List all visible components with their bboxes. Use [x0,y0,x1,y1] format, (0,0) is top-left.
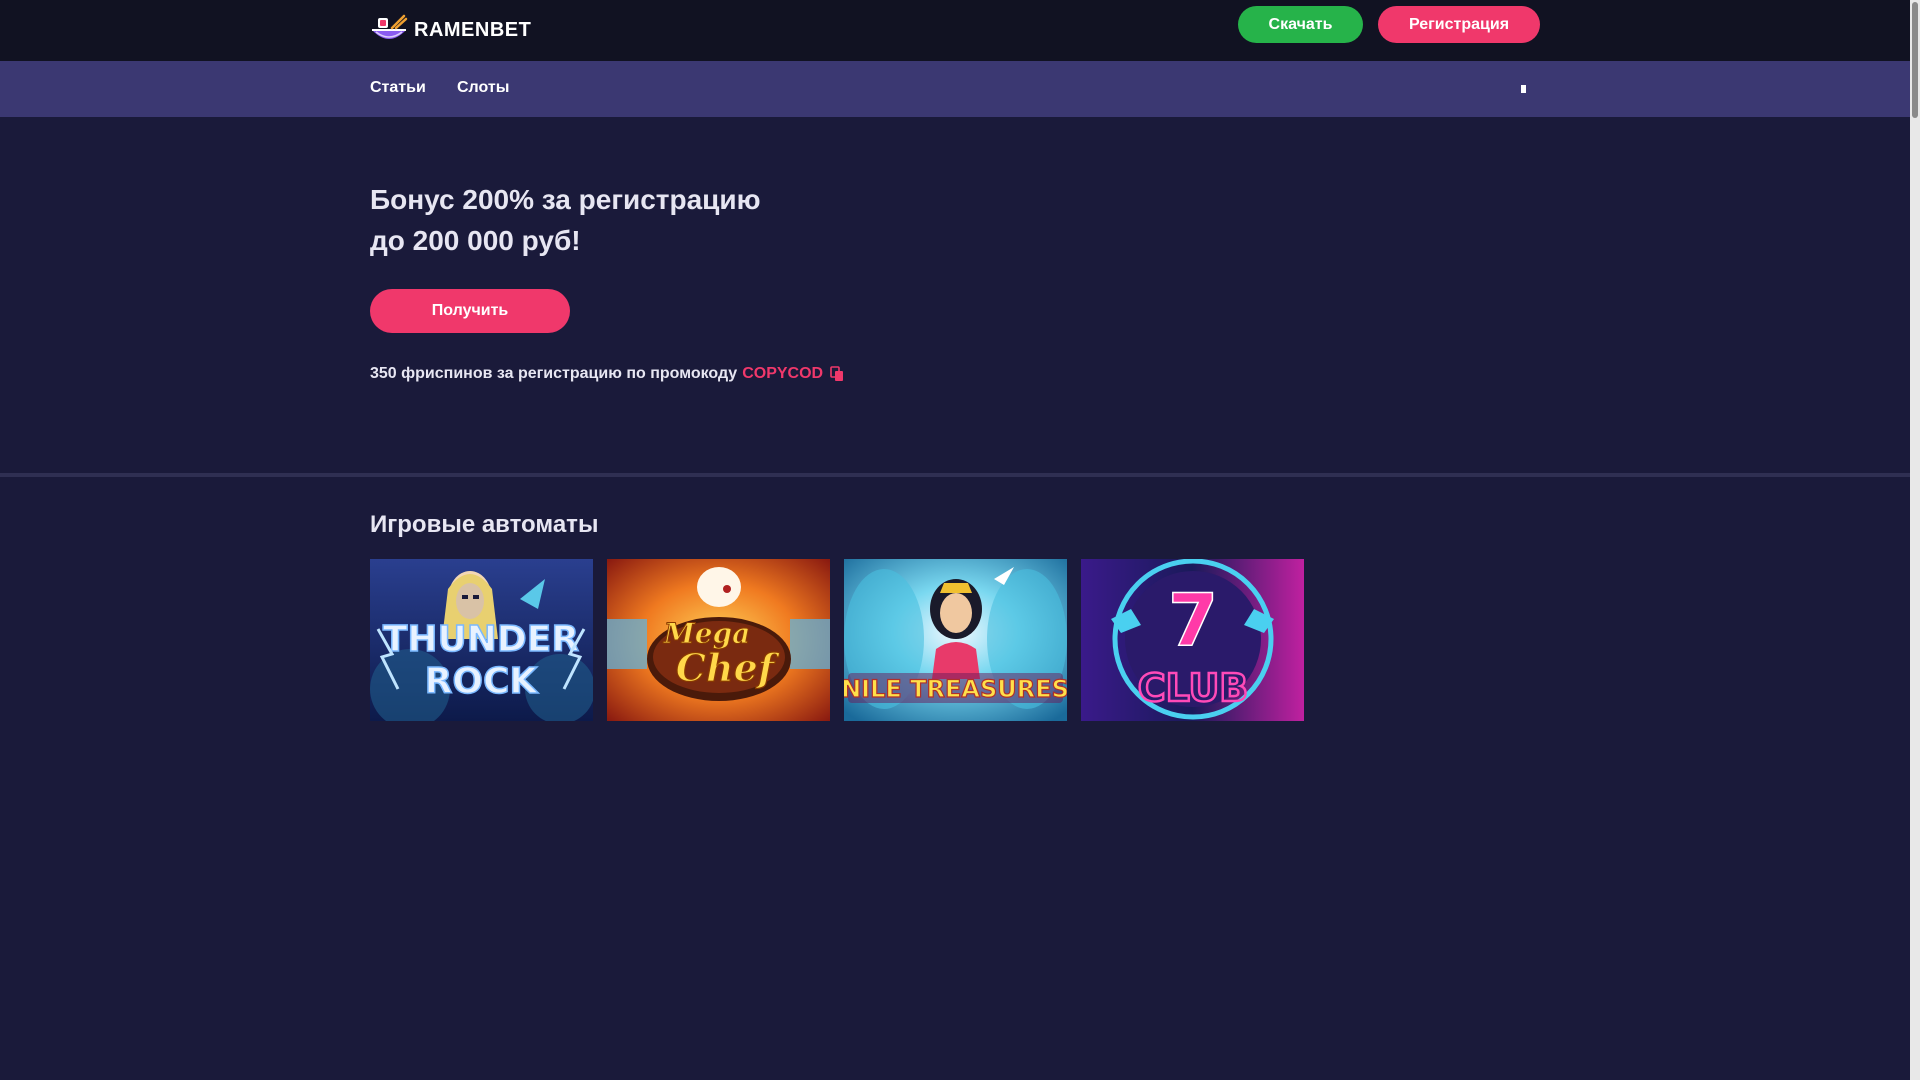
top-bar: RAMENBET Скачать Регистрация [0,0,1910,61]
slot-card-mega-chef[interactable]: Mega Chef [607,559,830,721]
slot-card-thunder-rock[interactable]: THUNDER ROCK [370,559,593,721]
mega-chef-thumbnail: Mega Chef [607,559,830,721]
nile-treasures-thumbnail: NILE TREASURES [844,559,1067,721]
seven-club-number: 7 [1168,578,1218,662]
seven-club-title: CLUB [1138,666,1249,710]
thunder-rock-title-line-2: ROCK [425,661,539,702]
scrollbar-track[interactable] [1910,0,1920,1080]
mega-chef-title-line-2: Chef [676,645,780,690]
slots-title: Игровые автоматы [370,511,599,538]
nile-treasures-title: NILE TREASURES [844,675,1067,703]
nav-item-slots[interactable]: Слоты [457,79,509,97]
hero-title-line-1: Бонус 200% за регистрацию [370,184,761,215]
slot-card-nile-treasures[interactable]: NILE TREASURES [844,559,1067,721]
promo-text: 350 фриспинов за регистрацию по промокод… [370,365,738,382]
nav-item-articles[interactable]: Статьи [370,79,426,97]
promo-code[interactable]: COPYCOD [742,365,823,383]
download-button[interactable]: Скачать [1238,6,1363,43]
page: RAMENBET Скачать Регистрация Статьи Слот… [0,0,1910,1080]
hero-title: Бонус 200% за регистрацию до 200 000 руб… [370,179,790,261]
search-icon[interactable] [1518,83,1530,95]
logo[interactable]: RAMENBET [370,14,531,46]
thunder-rock-thumbnail: THUNDER ROCK [370,559,593,721]
scrollbar-thumb[interactable] [1912,2,1918,118]
get-bonus-button[interactable]: Получить [370,289,570,333]
slot-card-7-club[interactable]: 7 CLUB [1081,559,1304,721]
thunder-rock-title-line-1: THUNDER [383,619,579,660]
seven-club-thumbnail: 7 CLUB [1081,559,1304,721]
nav-bar: Статьи Слоты [0,61,1910,117]
slots-grid: THUNDER ROCK Mega Chef NILE TREASURES 7 … [370,559,1304,721]
hero-banner: Бонус 200% за регистрацию до 200 000 руб… [0,117,1910,473]
logo-text: RAMENBET [414,18,532,41]
hero-title-line-2: до 200 000 руб! [370,225,581,256]
slots-section: Игровые автоматы THUNDER ROCK Mega Chef … [0,477,1910,1077]
copy-icon[interactable] [830,366,844,382]
ramen-bowl-icon [372,14,408,39]
promo-line: 350 фриспинов за регистрацию по промокод… [370,365,844,383]
register-button[interactable]: Регистрация [1378,6,1540,43]
